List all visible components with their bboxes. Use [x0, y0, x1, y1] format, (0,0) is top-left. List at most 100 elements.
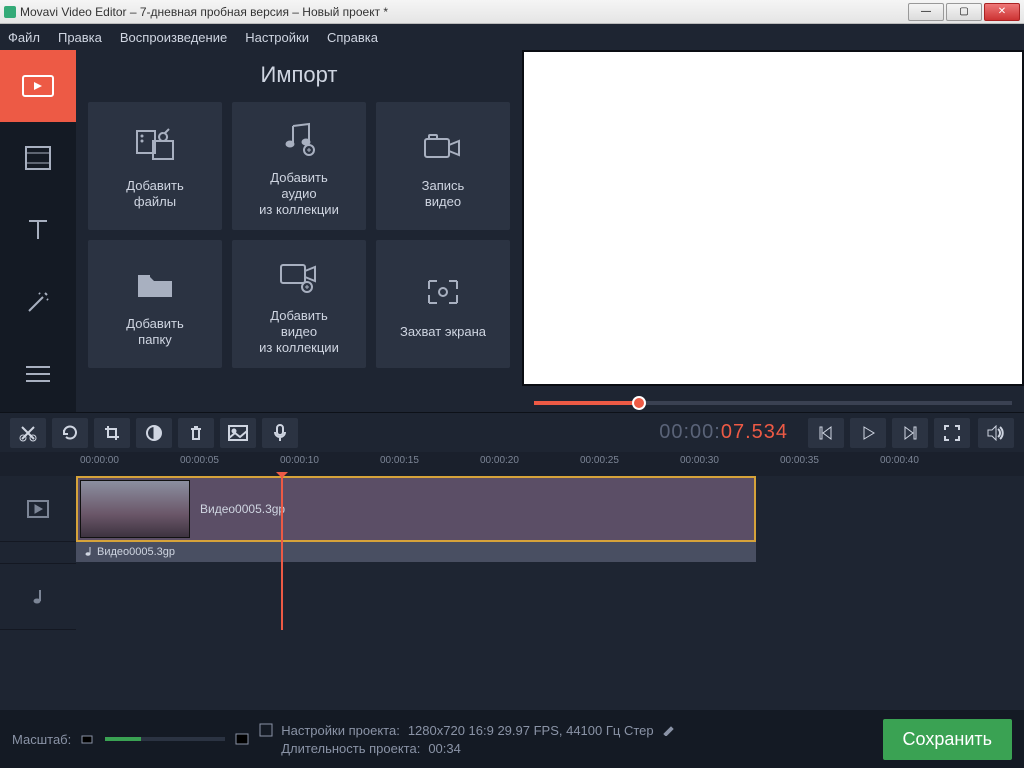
maximize-button[interactable]: ▢ — [946, 3, 982, 21]
import-panel: Импорт Добавить файлы Добавить аудио из … — [76, 50, 522, 412]
music-track-icon — [30, 587, 46, 607]
image-button[interactable] — [220, 418, 256, 448]
sidebar-titles[interactable] — [0, 194, 76, 266]
volume-button[interactable] — [978, 418, 1014, 448]
project-duration-value: 00:34 — [428, 741, 461, 756]
add-files-icon — [133, 122, 177, 170]
zoom-slider[interactable] — [105, 737, 225, 741]
camera-icon — [421, 122, 465, 170]
settings-icon — [259, 723, 273, 737]
capture-icon — [423, 268, 463, 316]
menu-bar: Файл Правка Воспроизведение Настройки Сп… — [0, 24, 1024, 50]
ruler-mark: 00:00:40 — [880, 455, 919, 466]
ruler-mark: 00:00:10 — [280, 455, 319, 466]
folder-icon — [134, 260, 176, 308]
tile-add-video[interactable]: Добавить видео из коллекции — [232, 240, 366, 368]
note-icon — [83, 546, 93, 558]
menu-playback[interactable]: Воспроизведение — [120, 30, 227, 45]
audio-clip[interactable]: Видео0005.3gp — [76, 542, 756, 562]
color-button[interactable] — [136, 418, 172, 448]
import-title: Импорт — [88, 62, 510, 88]
import-icon — [21, 72, 55, 100]
wand-icon — [23, 287, 53, 317]
zoom-out-icon[interactable] — [81, 733, 95, 745]
filmstrip-icon — [23, 143, 53, 173]
tile-label: Добавить видео из коллекции — [259, 308, 339, 357]
ruler-mark: 00:00:35 — [780, 455, 819, 466]
menu-help[interactable]: Справка — [327, 30, 378, 45]
progress-fill — [534, 401, 639, 405]
preview-panel — [522, 50, 1024, 412]
cut-button[interactable] — [10, 418, 46, 448]
window-titlebar: Movavi Video Editor – 7-дневная пробная … — [0, 0, 1024, 24]
progress-handle[interactable] — [632, 396, 646, 410]
video-collection-icon — [277, 252, 321, 300]
video-track-icon — [26, 499, 50, 519]
sidebar — [0, 50, 76, 412]
zoom-label: Масштаб: — [12, 732, 71, 747]
tile-add-folder[interactable]: Добавить папку — [88, 240, 222, 368]
tile-label: Добавить файлы — [126, 178, 183, 211]
tracks-body[interactable]: Видео0005.3gp Видео0005.3gp — [76, 476, 1024, 630]
timeline: 00:00:00 00:00:05 00:00:10 00:00:15 00:0… — [0, 452, 1024, 692]
sidebar-filters[interactable] — [0, 122, 76, 194]
timeline-ruler[interactable]: 00:00:00 00:00:05 00:00:10 00:00:15 00:0… — [0, 452, 1024, 476]
playhead[interactable] — [281, 476, 283, 630]
preview-canvas[interactable] — [522, 50, 1024, 386]
video-track-head[interactable] — [0, 476, 76, 542]
ruler-mark: 00:00:25 — [580, 455, 619, 466]
video-clip-name: Видео0005.3gp — [200, 502, 285, 516]
ruler-mark: 00:00:00 — [80, 455, 119, 466]
sidebar-effects[interactable] — [0, 266, 76, 338]
crop-button[interactable] — [94, 418, 130, 448]
project-duration-label: Длительность проекта: — [281, 741, 420, 756]
zoom-in-icon[interactable] — [235, 733, 249, 745]
status-bar: Масштаб: Настройки проекта: 1280x720 16:… — [0, 710, 1024, 768]
music-icon — [279, 114, 319, 162]
next-button[interactable] — [892, 418, 928, 448]
timecode-value: 07.534 — [721, 421, 788, 443]
save-button[interactable]: Сохранить — [883, 719, 1012, 760]
text-icon — [23, 215, 53, 245]
tile-label: Добавить аудио из коллекции — [259, 170, 339, 219]
menu-edit[interactable]: Правка — [58, 30, 102, 45]
tile-add-files[interactable]: Добавить файлы — [88, 102, 222, 230]
ruler-mark: 00:00:30 — [680, 455, 719, 466]
video-clip[interactable]: Видео0005.3gp — [76, 476, 756, 542]
timecode-prefix: 00:00: — [659, 421, 721, 443]
mic-button[interactable] — [262, 418, 298, 448]
tile-screen-capture[interactable]: Захват экрана — [376, 240, 510, 368]
ruler-mark: 00:00:15 — [380, 455, 419, 466]
window-title: Movavi Video Editor – 7-дневная пробная … — [20, 5, 908, 19]
audio-clip-name: Видео0005.3gp — [97, 546, 175, 558]
ruler-mark: 00:00:20 — [480, 455, 519, 466]
prev-button[interactable] — [808, 418, 844, 448]
menu-icon — [24, 363, 52, 385]
menu-settings[interactable]: Настройки — [245, 30, 309, 45]
delete-button[interactable] — [178, 418, 214, 448]
fullscreen-button[interactable] — [934, 418, 970, 448]
tile-label: Добавить папку — [126, 316, 183, 349]
tile-label: Запись видео — [422, 178, 465, 211]
menu-file[interactable]: Файл — [8, 30, 40, 45]
app-icon — [4, 6, 16, 18]
tile-record-video[interactable]: Запись видео — [376, 102, 510, 230]
audio-track-head[interactable] — [0, 542, 76, 564]
edit-toolbar: 00:00:07.534 — [0, 412, 1024, 452]
sidebar-import[interactable] — [0, 50, 76, 122]
rotate-button[interactable] — [52, 418, 88, 448]
play-button[interactable] — [850, 418, 886, 448]
ruler-mark: 00:00:05 — [180, 455, 219, 466]
tile-add-audio[interactable]: Добавить аудио из коллекции — [232, 102, 366, 230]
close-button[interactable]: ✕ — [984, 3, 1020, 21]
clip-thumbnail — [80, 480, 190, 538]
minimize-button[interactable]: — — [908, 3, 944, 21]
timecode: 00:00:07.534 — [659, 421, 788, 445]
music-track-head[interactable] — [0, 564, 76, 630]
tile-label: Захват экрана — [400, 324, 486, 340]
progress-slider[interactable] — [534, 394, 1012, 412]
project-settings-label: Настройки проекта: — [281, 723, 400, 738]
sidebar-more[interactable] — [0, 338, 76, 410]
edit-icon[interactable] — [662, 724, 674, 736]
project-settings-value: 1280x720 16:9 29.97 FPS, 44100 Гц Стер — [408, 723, 654, 738]
